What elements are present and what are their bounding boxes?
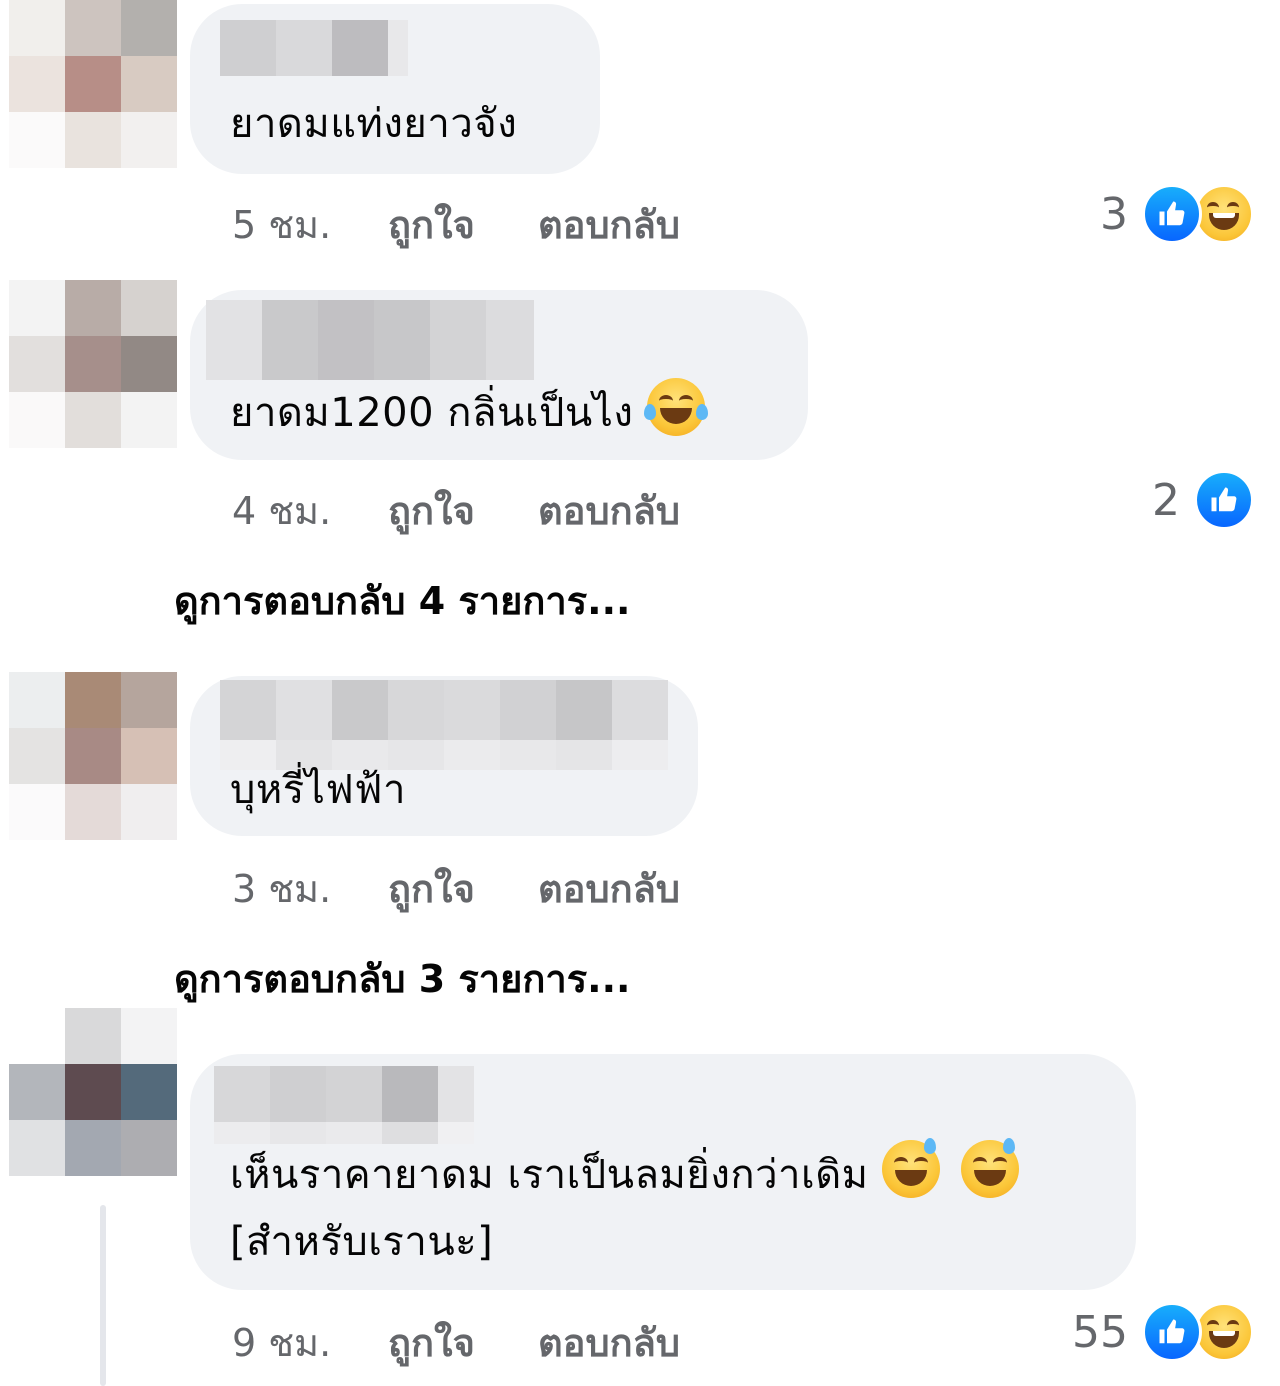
author-name-blurred[interactable] [206,300,534,380]
reply-button[interactable]: ตอบกลับ [538,194,680,255]
comment-bubble: บุหรี่ไฟฟ้า [190,676,698,836]
reaction-summary[interactable]: 2 [1152,470,1254,530]
avatar-pixelated[interactable] [9,0,177,168]
comment-time[interactable]: 4 ชม. [232,480,331,541]
comment-time[interactable]: 5 ชม. [232,194,331,255]
reply-button[interactable]: ตอบกลับ [538,1312,680,1373]
like-icon [1142,1302,1202,1362]
comment-text-content: ยาดม1200 กลิ่นเป็นไง [230,390,634,436]
like-icon [1194,470,1254,530]
haha-icon [1194,1302,1254,1362]
like-button[interactable]: ถูกใจ [388,480,475,541]
reaction-count: 2 [1152,474,1180,526]
reply-thread-line [100,1205,106,1386]
face-with-tears-of-joy-icon [643,378,708,436]
author-name-blurred[interactable] [214,1066,474,1144]
like-button[interactable]: ถูกใจ [388,194,475,255]
grinning-face-with-sweat-icon [960,1138,1019,1198]
avatar-pixelated[interactable] [9,672,177,840]
reaction-count: 55 [1072,1306,1128,1358]
reply-button[interactable]: ตอบกลับ [538,480,680,541]
haha-icon [1194,184,1254,244]
author-name-blurred[interactable] [220,20,408,76]
comment-time[interactable]: 3 ชม. [232,858,331,919]
grinning-face-with-sweat-icon [881,1138,940,1198]
view-replies-link[interactable]: ดูการตอบกลับ 3 รายการ... [174,948,630,1009]
comment-text: บุหรี่ไฟฟ้า [230,767,406,813]
comment-bubble: เห็นราคายาดม เราเป็นลมยิ่งกว่าเดิม [สำหร… [190,1054,1136,1290]
reaction-summary[interactable]: 55 [1072,1302,1254,1362]
view-replies-link[interactable]: ดูการตอบกลับ 4 รายการ... [174,570,630,631]
like-button[interactable]: ถูกใจ [388,858,475,919]
comment-text: เห็นราคายาดม เราเป็นลมยิ่งกว่าเดิม [230,1138,1019,1209]
comment-text-content: เห็นราคายาดม เราเป็นลมยิ่งกว่าเดิม [230,1152,869,1198]
reaction-count: 3 [1100,188,1128,240]
comment-text: ยาดมแท่งยาวจัง [230,101,518,147]
like-button[interactable]: ถูกใจ [388,1312,475,1373]
reply-button[interactable]: ตอบกลับ [538,858,680,919]
comment-text-line2: [สำหรับเรานะ] [230,1219,494,1265]
like-icon [1142,184,1202,244]
avatar-pixelated[interactable] [9,1008,177,1176]
comment-bubble: ยาดมแท่งยาวจัง [190,4,600,174]
comment-text: ยาดม1200 กลิ่นเป็นไง [230,378,708,447]
reaction-summary[interactable]: 3 [1100,184,1254,244]
comment-time[interactable]: 9 ชม. [232,1312,331,1373]
comment-bubble: ยาดม1200 กลิ่นเป็นไง [190,290,808,460]
avatar-pixelated[interactable] [9,280,177,448]
